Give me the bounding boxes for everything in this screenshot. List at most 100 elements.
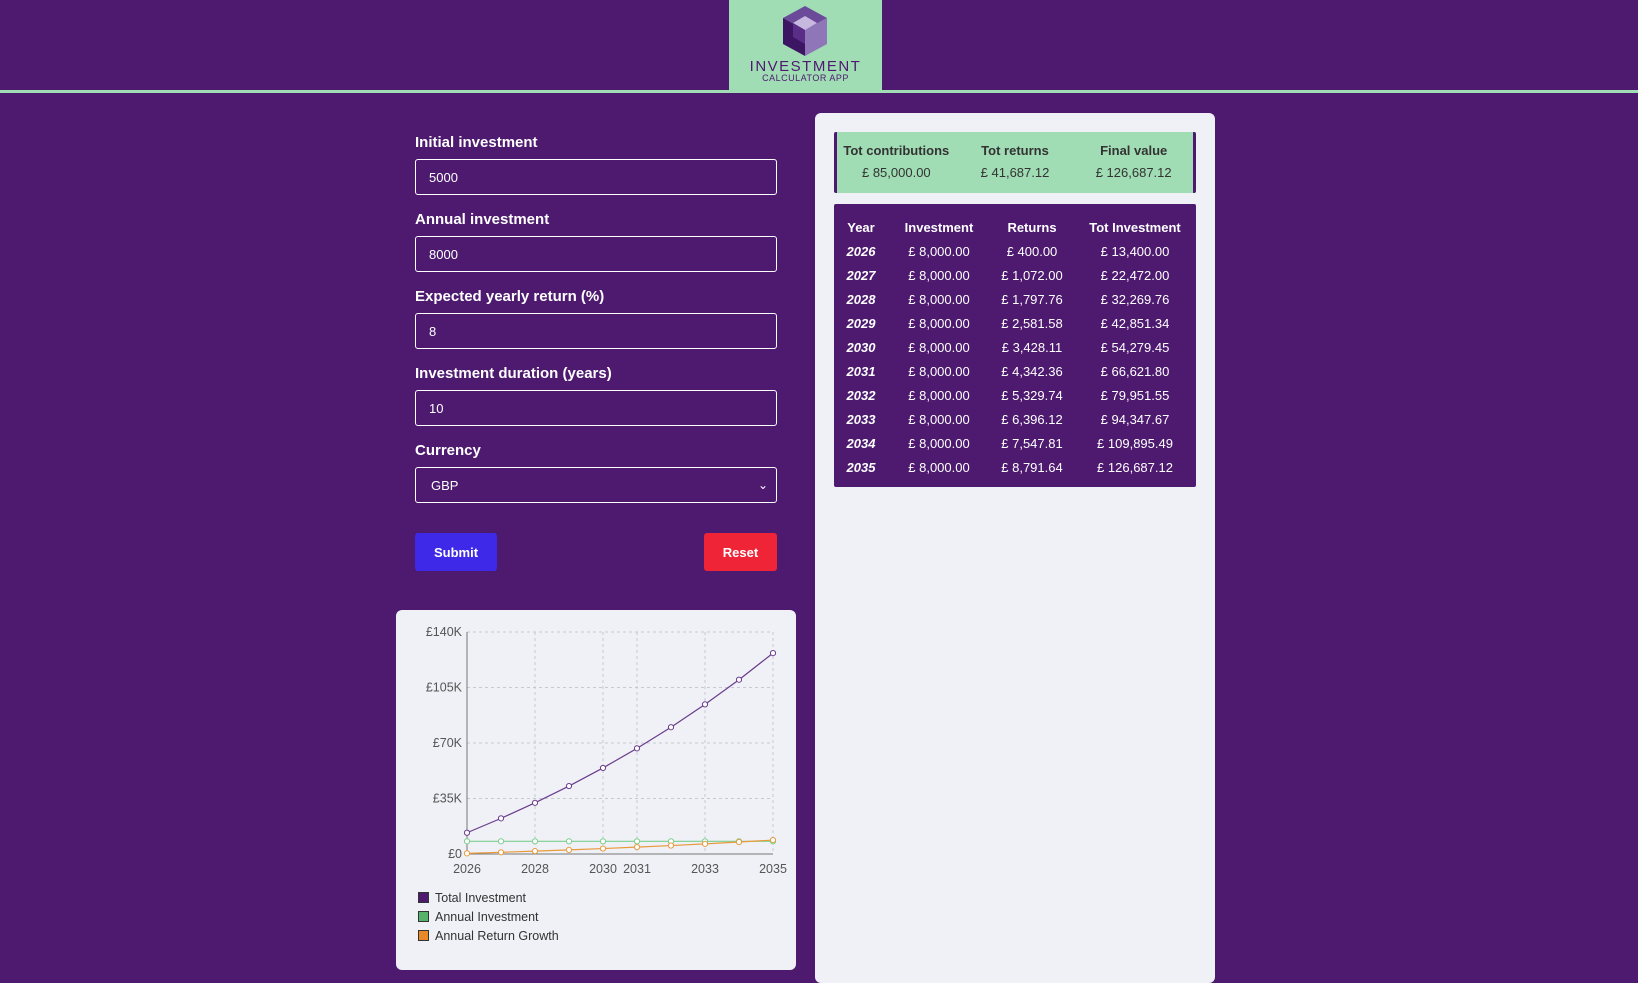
- cell-investment: £ 8,000.00: [908, 291, 970, 307]
- cell-investment: £ 8,000.00: [908, 411, 970, 427]
- data-point: [565, 846, 573, 854]
- summary-contributions-value: £ 85,000.00: [861, 165, 931, 180]
- cell-total: £ 66,621.80: [1100, 363, 1170, 379]
- cell-total: £ 32,269.76: [1100, 291, 1170, 307]
- cell-investment: £ 8,000.00: [908, 339, 970, 355]
- summary-final: Final value £ 126,687.12: [1074, 132, 1193, 193]
- data-point: [599, 845, 607, 852]
- cell-year: 2032: [846, 387, 876, 403]
- data-point: [463, 829, 471, 836]
- y-tick-label: £70K: [433, 736, 463, 750]
- summary-contributions: Tot contributions £ 85,000.00: [837, 132, 956, 193]
- cell-returns: £ 2,581.58: [1001, 315, 1063, 331]
- chart-legend: Total Investment Annual Investment Annua…: [418, 888, 559, 945]
- data-point: [531, 848, 539, 855]
- table-row: 2030 £ 8,000.00 £ 3,428.11 £ 54,279.45: [834, 335, 1196, 359]
- annual-investment-input[interactable]: [415, 236, 777, 272]
- data-point: [633, 844, 641, 851]
- cell-year: 2030: [846, 339, 876, 355]
- currency-select[interactable]: GBP ⌄: [415, 467, 777, 503]
- results-table: Year Investment Returns Tot Investment 2…: [834, 204, 1196, 487]
- legend-swatch: [418, 892, 429, 903]
- investment-form: Initial investment Annual investment Exp…: [415, 132, 777, 503]
- submit-button[interactable]: Submit: [415, 533, 497, 571]
- summary-final-label: Final value: [1100, 143, 1168, 158]
- data-point: [565, 782, 573, 790]
- cell-returns: £ 1,797.76: [1001, 291, 1063, 307]
- legend-label: Annual Investment: [435, 909, 539, 924]
- column-header: Returns: [1007, 219, 1057, 235]
- x-tick-label: 2033: [691, 862, 719, 876]
- series-line: [466, 839, 774, 854]
- data-point: [701, 701, 709, 708]
- x-tick-label: 2031: [623, 862, 651, 876]
- legend-item-return[interactable]: Annual Return Growth: [418, 926, 559, 945]
- table-row: 2028 £ 8,000.00 £ 1,797.76 £ 32,269.76: [834, 287, 1196, 311]
- y-tick-label: £35K: [433, 792, 463, 806]
- app-logo[interactable]: INVESTMENT CALCULATOR APP: [729, 0, 882, 91]
- data-point: [701, 840, 709, 847]
- data-point: [531, 799, 539, 806]
- data-point: [633, 838, 641, 845]
- y-tick-label: £105K: [426, 681, 463, 695]
- header-bar: INVESTMENT CALCULATOR APP: [0, 0, 1638, 93]
- cell-investment: £ 8,000.00: [908, 459, 970, 475]
- column-header: Investment: [904, 219, 974, 235]
- data-point: [667, 724, 675, 731]
- data-point: [769, 836, 777, 844]
- table-row: 2035 £ 8,000.00 £ 8,791.64 £ 126,687.12: [834, 455, 1196, 479]
- yearly-return-input[interactable]: [415, 313, 777, 349]
- table-row: 2034 £ 8,000.00 £ 7,547.81 £ 109,895.49: [834, 431, 1196, 455]
- cell-investment: £ 8,000.00: [908, 243, 970, 259]
- cell-investment: £ 8,000.00: [908, 363, 970, 379]
- x-tick-label: 2028: [521, 862, 549, 876]
- data-point: [531, 838, 539, 845]
- x-tick-label: 2030: [589, 862, 617, 876]
- column-header: Tot Investment: [1089, 219, 1181, 235]
- cell-returns: £ 3,428.11: [1001, 339, 1063, 355]
- initial-investment-label: Initial investment: [415, 134, 538, 151]
- currency-label: Currency: [415, 442, 481, 459]
- cell-year: 2028: [846, 291, 876, 307]
- summary-returns-value: £ 41,687.12: [980, 165, 1050, 180]
- cell-returns: £ 8,791.64: [1001, 459, 1063, 475]
- data-point: [497, 838, 505, 845]
- data-point: [735, 838, 743, 846]
- initial-investment-input[interactable]: [415, 159, 777, 195]
- duration-input[interactable]: [415, 390, 777, 426]
- duration-label: Investment duration (years): [415, 365, 612, 382]
- legend-swatch: [418, 911, 429, 922]
- summary-contributions-label: Tot contributions: [843, 143, 950, 158]
- cell-returns: £ 400.00: [1006, 243, 1058, 259]
- cell-investment: £ 8,000.00: [908, 315, 970, 331]
- logo-subtitle: CALCULATOR APP: [762, 73, 849, 83]
- legend-item-annual[interactable]: Annual Investment: [418, 907, 559, 926]
- reset-button[interactable]: Reset: [704, 533, 777, 571]
- table-row: 2031 £ 8,000.00 £ 4,342.36 £ 66,621.80: [834, 359, 1196, 383]
- cell-returns: £ 1,072.00: [1001, 267, 1063, 283]
- data-point: [497, 815, 505, 822]
- y-tick-label: £0: [448, 847, 462, 861]
- cell-returns: £ 4,342.36: [1001, 363, 1063, 379]
- data-point: [599, 838, 607, 845]
- table-row: 2026 £ 8,000.00 £ 400.00 £ 13,400.00: [834, 239, 1196, 263]
- cell-year: 2033: [846, 411, 876, 427]
- table-row: 2033 £ 8,000.00 £ 6,396.12 £ 94,347.67: [834, 407, 1196, 431]
- cube-logo-icon: [783, 6, 827, 56]
- data-point: [463, 838, 471, 845]
- data-point: [769, 650, 777, 657]
- cell-year: 2035: [846, 459, 876, 475]
- data-point: [667, 842, 675, 849]
- cell-investment: £ 8,000.00: [908, 267, 970, 283]
- cell-investment: £ 8,000.00: [908, 387, 970, 403]
- cell-total: £ 54,279.45: [1100, 339, 1170, 355]
- cell-returns: £ 6,396.12: [1001, 411, 1063, 427]
- cell-year: 2026: [846, 243, 876, 259]
- table-row: 2027 £ 8,000.00 £ 1,072.00 £ 22,472.00: [834, 263, 1196, 287]
- legend-item-total[interactable]: Total Investment: [418, 888, 559, 907]
- results-card: Tot contributions £ 85,000.00 Tot return…: [815, 113, 1215, 983]
- data-point: [463, 850, 471, 857]
- cell-investment: £ 8,000.00: [908, 435, 970, 451]
- cell-year: 2027: [846, 267, 876, 283]
- cell-total: £ 94,347.67: [1100, 411, 1170, 427]
